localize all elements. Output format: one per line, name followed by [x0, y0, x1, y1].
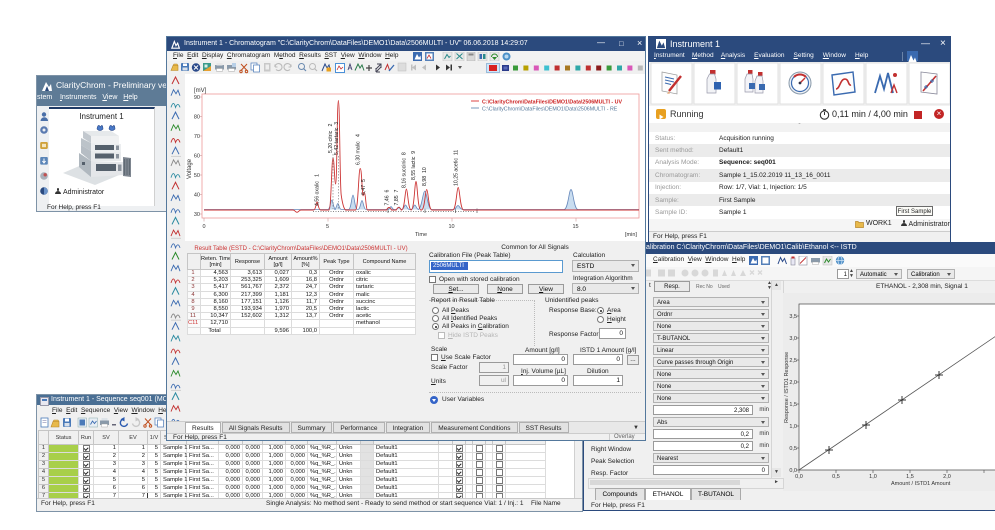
svg-text:Time: Time [415, 232, 427, 238]
svg-text:6,47 5: 6,47 5 [361, 179, 367, 195]
svg-text:7,46 6: 7,46 6 [384, 190, 390, 206]
svg-text:C:\ClarityChrom\DataFiles\DEMO: C:\ClarityChrom\DataFiles\DEMO1\Data\250… [482, 107, 618, 113]
svg-text:0,5: 0,5 [789, 446, 797, 452]
svg-text:8,98 10: 8,98 10 [422, 167, 428, 186]
svg-text:30: 30 [194, 212, 200, 218]
svg-text:2,5: 2,5 [789, 358, 797, 364]
svg-text:10,25 acetic 11: 10,25 acetic 11 [453, 150, 459, 186]
svg-text:2,0: 2,0 [943, 474, 951, 480]
svg-text:0: 0 [203, 224, 206, 230]
svg-text:0,0: 0,0 [795, 474, 803, 480]
svg-text:80: 80 [194, 115, 200, 121]
svg-text:0,5: 0,5 [832, 474, 840, 480]
svg-text:90: 90 [194, 95, 200, 101]
svg-text:10: 10 [449, 224, 455, 230]
svg-text:70: 70 [194, 134, 200, 140]
svg-text:15: 15 [573, 224, 579, 230]
svg-text:60: 60 [194, 154, 200, 160]
svg-text:50: 50 [194, 173, 200, 179]
svg-text:6,30 malic 4: 6,30 malic 4 [356, 134, 362, 165]
svg-text:2,0: 2,0 [789, 380, 797, 386]
svg-text:5: 5 [326, 224, 329, 230]
svg-text:40: 40 [194, 193, 200, 199]
svg-text:[min]: [min] [625, 232, 637, 238]
svg-text:4,56 oxalic 1: 4,56 oxalic 1 [315, 174, 321, 206]
svg-text:1,0: 1,0 [789, 424, 797, 430]
svg-text:8,16 succinic 8: 8,16 succinic 8 [402, 152, 408, 188]
svg-text:8,55 lactic 9: 8,55 lactic 9 [411, 151, 417, 180]
svg-text:C:\ClarityChrom\DataFiles\DEMO: C:\ClarityChrom\DataFiles\DEMO1\Data\250… [482, 100, 622, 106]
svg-text:3,0: 3,0 [789, 336, 797, 342]
svg-text:3,5: 3,5 [789, 314, 797, 320]
svg-text:1,5: 1,5 [789, 402, 797, 408]
svg-text:7,85 7: 7,85 7 [394, 190, 400, 206]
svg-text:Voltage: Voltage [187, 158, 193, 179]
svg-text:1,5: 1,5 [906, 474, 914, 480]
svg-text:5,42 tartaric 3: 5,42 tartaric 3 [334, 122, 340, 155]
svg-text:[mV]: [mV] [194, 88, 207, 94]
svg-text:1,0: 1,0 [869, 474, 877, 480]
